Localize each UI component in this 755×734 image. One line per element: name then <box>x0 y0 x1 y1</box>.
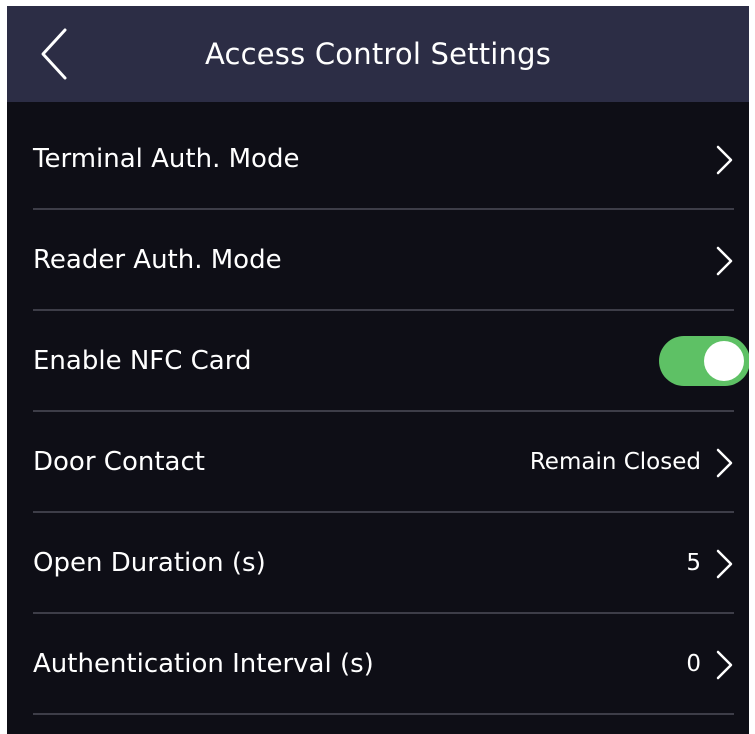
setting-door-contact[interactable]: Door Contact Remain Closed <box>33 412 734 513</box>
setting-enable-nfc-card: Enable NFC Card <box>33 311 749 412</box>
chevron-right-icon <box>714 549 734 579</box>
chevron-right-icon <box>714 448 734 478</box>
setting-authentication-interval[interactable]: Authentication Interval (s) 0 <box>33 614 734 715</box>
header-bar: Access Control Settings <box>7 6 749 102</box>
setting-label: Enable NFC Card <box>33 346 252 376</box>
setting-label: Door Contact <box>33 447 205 477</box>
chevron-right-icon <box>714 650 734 680</box>
setting-label: Open Duration (s) <box>33 548 266 578</box>
setting-open-duration[interactable]: Open Duration (s) 5 <box>33 513 734 614</box>
setting-label: Reader Auth. Mode <box>33 245 282 275</box>
setting-value: Remain Closed <box>529 449 701 475</box>
nfc-card-toggle[interactable] <box>659 336 749 386</box>
page-title: Access Control Settings <box>204 37 552 71</box>
toggle-knob <box>704 341 744 381</box>
screen: Access Control Settings Terminal Auth. M… <box>7 6 749 734</box>
setting-label: Terminal Auth. Mode <box>33 144 300 174</box>
setting-terminal-auth-mode[interactable]: Terminal Auth. Mode <box>33 109 734 210</box>
back-button[interactable] <box>33 24 77 84</box>
chevron-left-icon <box>41 28 67 80</box>
setting-value: 5 <box>686 550 701 576</box>
row-divider <box>33 713 734 715</box>
setting-label: Authentication Interval (s) <box>33 649 374 679</box>
chevron-right-icon <box>714 145 734 175</box>
chevron-right-icon <box>714 246 734 276</box>
setting-reader-auth-mode[interactable]: Reader Auth. Mode <box>33 210 734 311</box>
setting-value: 0 <box>686 651 701 677</box>
